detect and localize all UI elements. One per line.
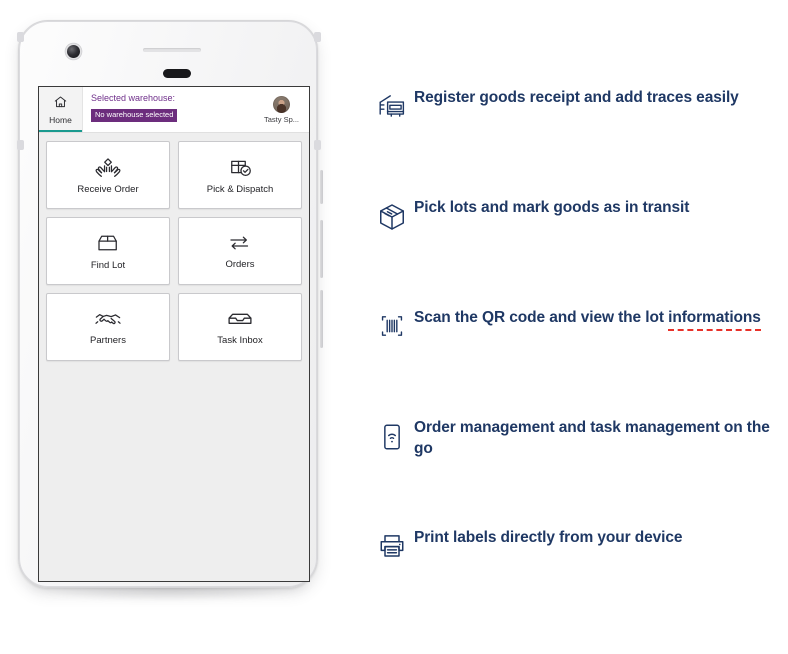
user-account-block[interactable]: Tasty Sp... [257, 87, 309, 132]
two-way-arrows-icon [225, 232, 255, 254]
feature-item: Scan the QR code and view the lot inform… [370, 298, 780, 408]
tile-find-lot[interactable]: Find Lot [46, 217, 170, 285]
loading-dock-truck-icon [370, 78, 414, 120]
feature-item: Register goods receipt and add traces ea… [370, 78, 780, 188]
tile-task-inbox[interactable]: Task Inbox [178, 293, 302, 361]
volume-up-button[interactable] [320, 220, 323, 278]
package-box-icon [370, 188, 414, 232]
inbox-tray-icon [226, 308, 254, 330]
handshake-icon [93, 308, 123, 330]
misspelled-word: informations [668, 309, 761, 331]
phone-mockup: Home Selected warehouse: No warehouse se… [10, 12, 328, 632]
selected-warehouse-title: Selected warehouse: [91, 93, 176, 103]
tile-orders[interactable]: Orders [178, 217, 302, 285]
feature-text: Pick lots and mark goods as in transit [414, 199, 690, 216]
phone-antenna-nub-right [314, 140, 321, 150]
tab-home-label: Home [49, 114, 72, 125]
home-icon [53, 95, 68, 114]
tile-label: Pick & Dispatch [206, 184, 274, 195]
home-tile-grid: Receive Order Pick & Dispatch Find Lot O… [39, 133, 309, 369]
tile-pick-and-dispatch[interactable]: Pick & Dispatch [178, 141, 302, 209]
tab-home[interactable]: Home [39, 87, 83, 132]
volume-down-button[interactable] [320, 290, 323, 348]
barcode-scan-icon [370, 298, 414, 340]
power-button[interactable] [320, 170, 323, 204]
feature-text-prefix: Scan the QR code and view the lot [414, 309, 669, 326]
feature-item: Order management and task management on … [370, 408, 780, 518]
feature-text: Order management and task management on … [414, 419, 770, 457]
feature-text: Scan the QR code and view the lot inform… [414, 298, 780, 331]
tile-label: Receive Order [77, 184, 139, 195]
warehouse-status-badge[interactable]: No warehouse selected [91, 108, 178, 122]
phone-antenna-nub-top-right [314, 32, 321, 42]
tile-label: Find Lot [90, 260, 126, 271]
avatar[interactable] [273, 95, 290, 113]
tile-label: Orders [225, 259, 255, 270]
phone-signal-icon [370, 408, 414, 452]
front-camera-icon [67, 45, 80, 58]
feature-text: Print labels directly from your device [414, 529, 683, 546]
phone-screen: Home Selected warehouse: No warehouse se… [38, 86, 310, 582]
tile-receive-order[interactable]: Receive Order [46, 141, 170, 209]
feature-item: Print labels directly from your device [370, 518, 780, 628]
feature-item: Pick lots and mark goods as in transit [370, 188, 780, 298]
tile-partners[interactable]: Partners [46, 293, 170, 361]
feature-list: Register goods receipt and add traces ea… [370, 78, 780, 628]
tile-label: Partners [90, 335, 126, 346]
tile-label: Task Inbox [217, 335, 263, 346]
box-check-icon [225, 155, 255, 179]
phone-antenna-nub-left [17, 140, 24, 150]
phone-antenna-nub-top-left [17, 32, 24, 42]
printer-icon [370, 518, 414, 560]
hands-package-icon [93, 155, 123, 179]
open-box-icon [95, 231, 121, 255]
app-header: Home Selected warehouse: No warehouse se… [39, 87, 309, 133]
earpiece-speaker [163, 69, 191, 78]
user-name-label: Tasty Sp... [263, 114, 299, 124]
selected-warehouse-block: Selected warehouse: No warehouse selecte… [83, 87, 257, 132]
feature-text: Register goods receipt and add traces ea… [414, 89, 739, 106]
speaker-grille [143, 48, 201, 52]
